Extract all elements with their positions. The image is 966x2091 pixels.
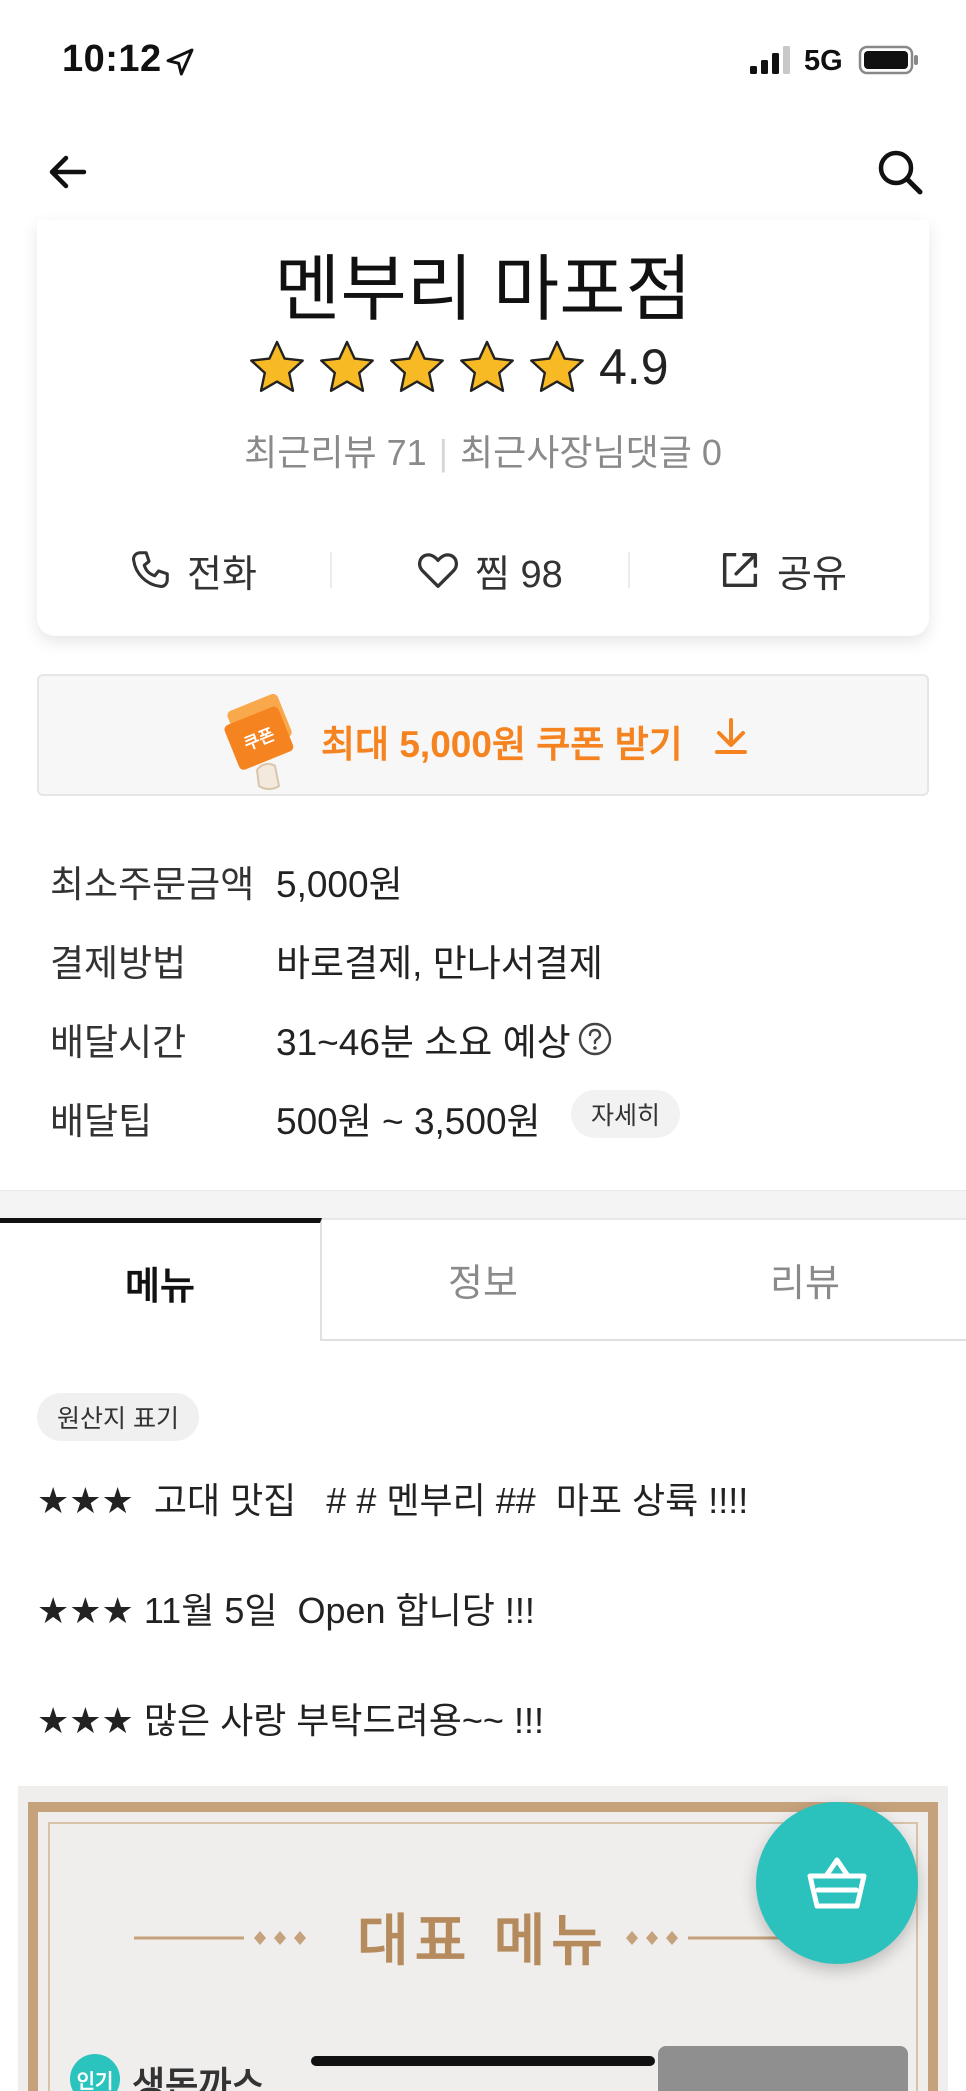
basket-icon (807, 1857, 867, 1909)
star-icon (250, 340, 304, 392)
rating-value: 4.9 (599, 339, 669, 395)
location-arrow-icon (166, 48, 194, 76)
signal-icon (750, 46, 790, 74)
star-icon (460, 340, 514, 392)
store-card: 멘부리 마포점 4.9 최근리뷰 71 | 최근사장님댓글 0 전화 찜 98 공유 (37, 220, 929, 636)
search-icon[interactable] (874, 146, 926, 198)
star-icon (320, 340, 374, 392)
payment-value: 바로결제, 만나서결제 (276, 943, 603, 984)
delivery-tip-value: 500원 ~ 3,500원 (276, 1101, 541, 1142)
share-icon (722, 552, 758, 588)
recent-reviews[interactable]: 최근리뷰 71 (244, 432, 427, 473)
like-button[interactable]: 찜 98 (415, 530, 563, 610)
notice-line: ★★★ 많은 사랑 부탁드려용~~ !!! (37, 1700, 544, 1741)
notice-line: ★★★ 고대 맛집 # # 멘부리 ## 마포 상륙 !!!! (37, 1480, 749, 1521)
divider (330, 552, 332, 588)
delivery-tip-detail-button[interactable]: 자세히 (571, 1090, 681, 1138)
delivery-time-row: 31~46분 소요 예상 (276, 1012, 613, 1066)
call-button[interactable]: 전화 (127, 530, 257, 610)
rating-stars (247, 338, 637, 398)
divider (628, 552, 630, 588)
help-icon[interactable] (577, 1021, 613, 1057)
tab-info[interactable]: 정보 (322, 1218, 644, 1341)
delivery-tip-label: 배달팁 (50, 1101, 153, 1142)
star-icon (530, 340, 584, 392)
cart-button[interactable] (756, 1802, 918, 1964)
recent-stats: 최근리뷰 71 | 최근사장님댓글 0 (37, 424, 929, 476)
popular-item-name: 생돈까스 (132, 2064, 265, 2091)
like-label: 찜 98 (475, 553, 563, 596)
payment-label: 결제방법 (50, 943, 187, 984)
home-indicator (311, 2056, 655, 2066)
heart-icon (418, 553, 458, 588)
store-actions: 전화 찜 98 공유 (37, 530, 929, 610)
battery-icon (858, 45, 918, 75)
divider: | (438, 432, 448, 473)
share-label: 공유 (777, 553, 847, 596)
phone-icon (132, 551, 169, 588)
status-time: 10:12 (62, 38, 162, 80)
store-name: 멘부리 마포점 (274, 250, 692, 330)
min-order-label: 최소주문금액 (50, 864, 255, 905)
origin-label-button[interactable]: 원산지 표기 (37, 1393, 199, 1441)
section-divider (0, 1190, 966, 1220)
call-label: 전화 (187, 553, 257, 596)
network-label: 5G (804, 45, 843, 77)
min-order-value: 5,000원 (276, 864, 403, 905)
food-photo (658, 2046, 908, 2091)
delivery-time-label: 배달시간 (50, 1022, 187, 1063)
back-arrow-icon[interactable] (44, 148, 92, 196)
star-icon (390, 340, 444, 392)
tab-review[interactable]: 리뷰 (644, 1218, 966, 1341)
download-arrow-icon (715, 718, 747, 754)
coupon-ticket-icon: 쿠폰 (224, 693, 294, 790)
notice-line: ★★★ 11월 5일 Open 합니당 !!! (37, 1590, 535, 1631)
delivery-time-value: 31~46분 소요 예상 (276, 1022, 571, 1063)
recent-owner-comments[interactable]: 최근사장님댓글 0 (460, 432, 722, 473)
tab-menu[interactable]: 메뉴 (0, 1218, 322, 1341)
tab-bar: 메뉴 정보 리뷰 (0, 1218, 966, 1341)
coupon-banner[interactable]: 쿠폰 최대 5,000원 쿠폰 받기 (37, 674, 929, 796)
share-button[interactable]: 공유 (717, 530, 847, 610)
coupon-label: 최대 5,000원 쿠폰 받기 (321, 724, 683, 765)
